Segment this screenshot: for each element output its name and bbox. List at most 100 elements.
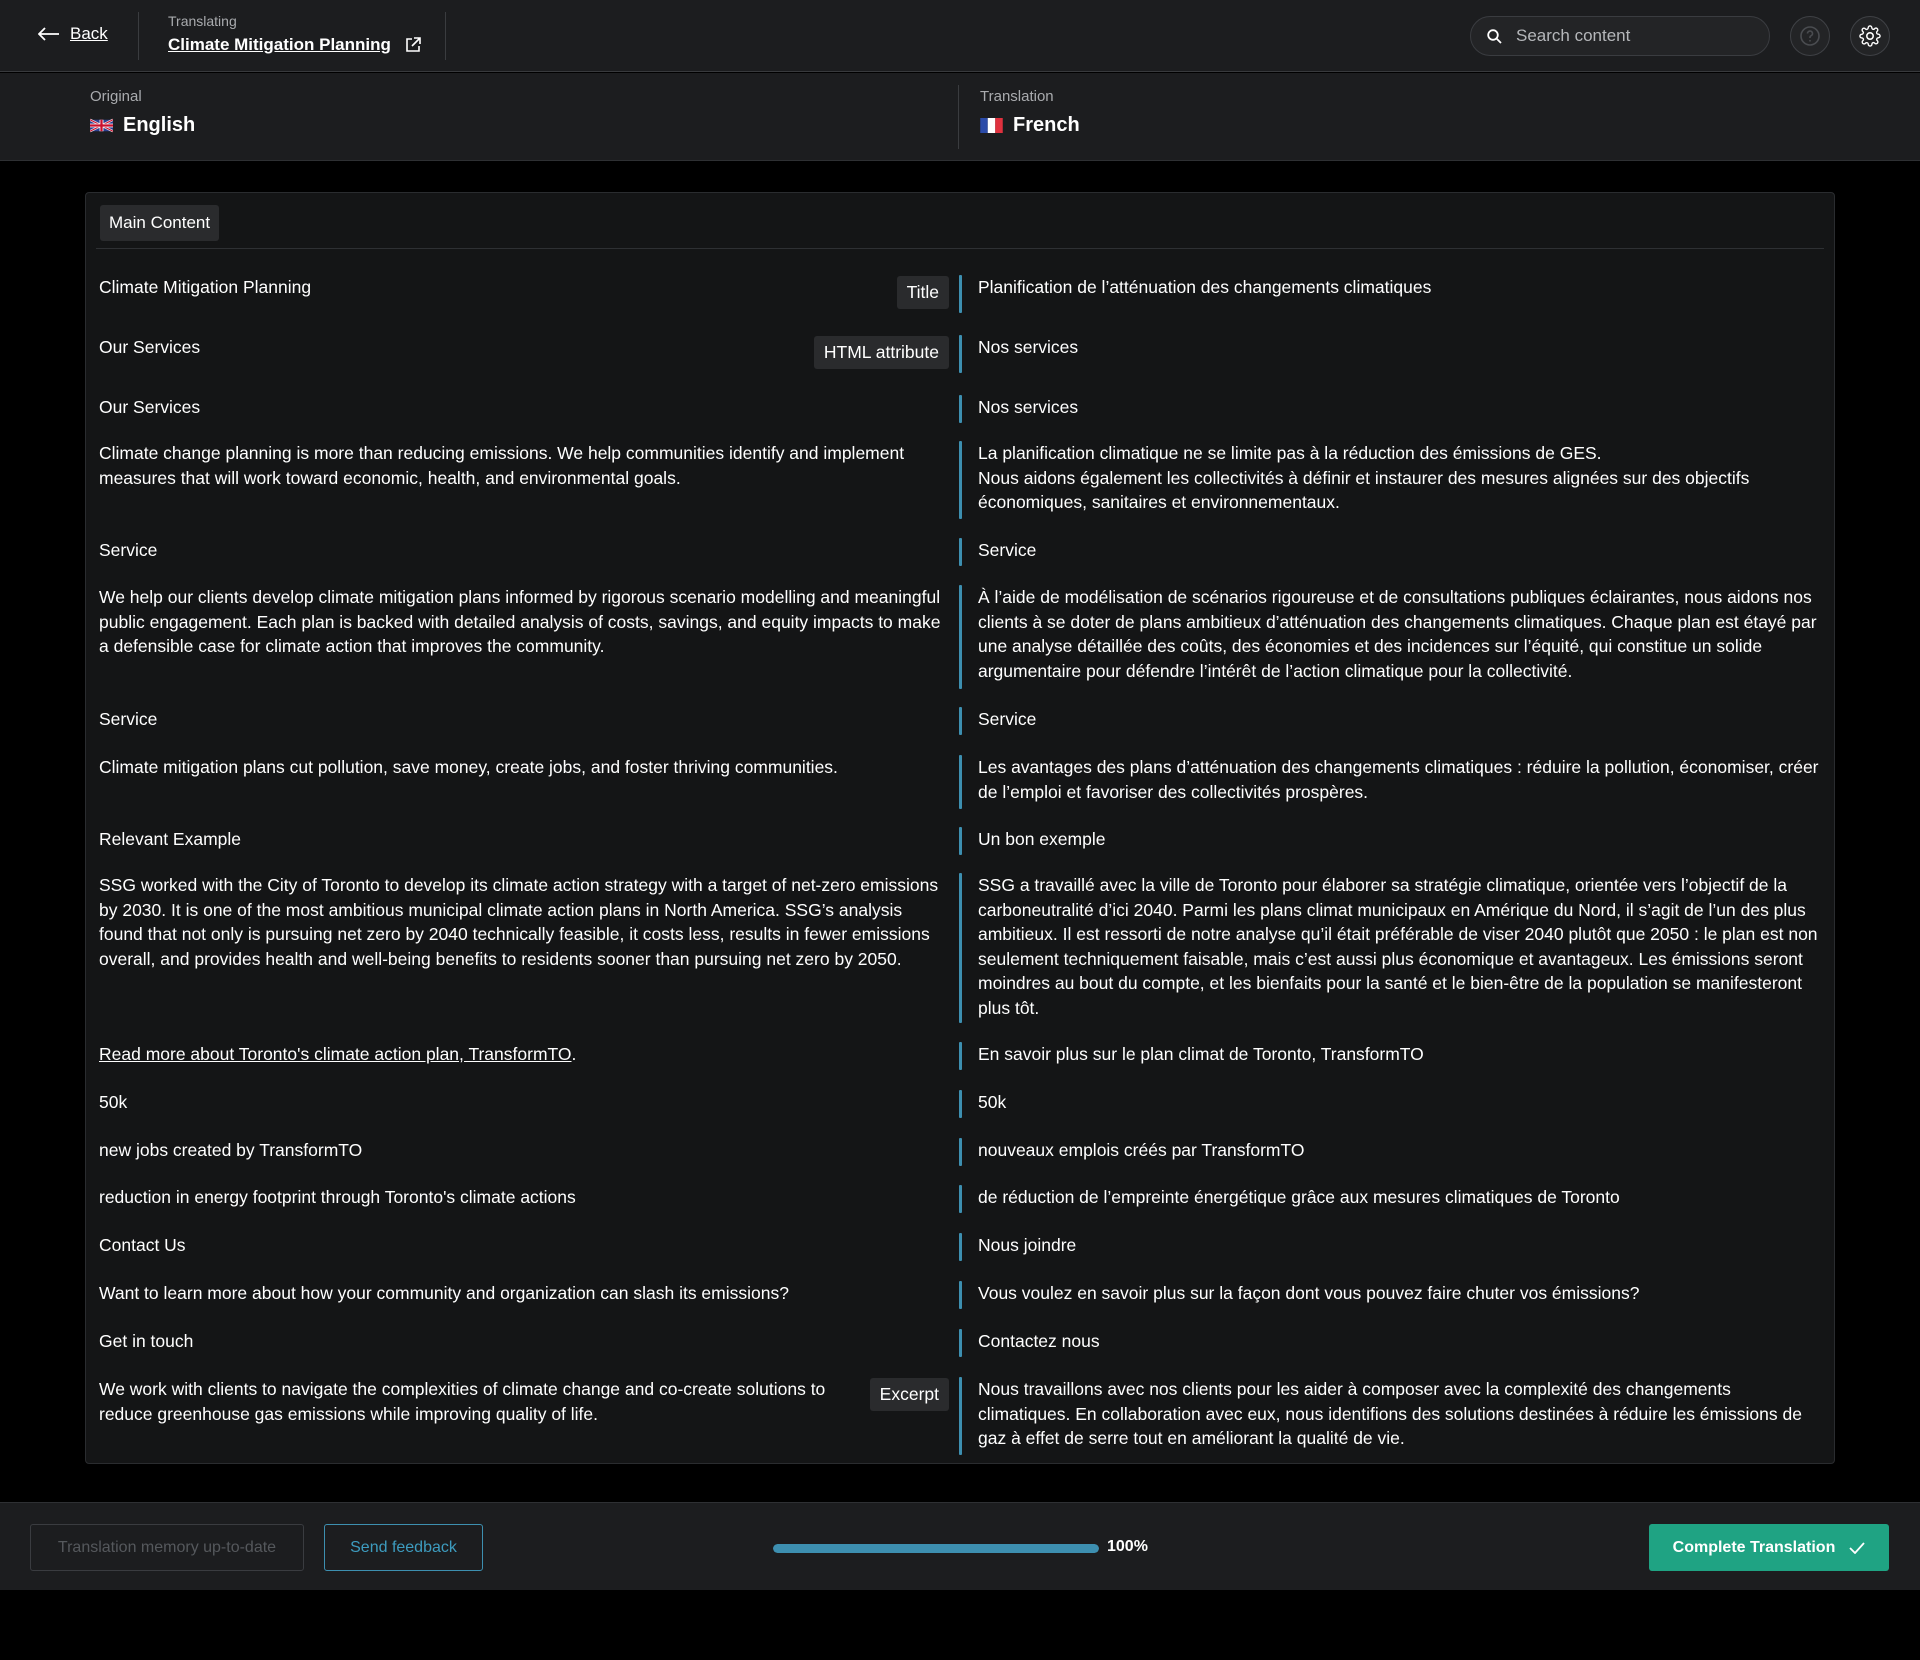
complete-translation-button[interactable]: Complete Translation	[1649, 1524, 1889, 1571]
footer-bar: Translation memory up-to-date Send feedb…	[0, 1502, 1920, 1590]
target-indicator	[959, 1281, 962, 1309]
source-text: We help our clients develop climate miti…	[99, 587, 941, 656]
progress-text: 100%	[1107, 1538, 1148, 1555]
back-button[interactable]: Back	[38, 24, 108, 44]
content-panel: Main Content Climate Mitigation Planning…	[85, 192, 1835, 1464]
target-indicator	[959, 275, 962, 313]
target-indicator	[959, 395, 962, 423]
source-text: Our Services	[99, 337, 201, 357]
original-language: Original English	[90, 88, 195, 137]
target-indicator	[959, 538, 962, 566]
help-icon	[1800, 26, 1820, 46]
source-text: Climate Mitigation Planning	[99, 277, 312, 297]
fr-flag-icon	[980, 118, 1003, 133]
target-text[interactable]: Service	[978, 707, 1823, 732]
field-type-tag: Excerpt	[869, 1378, 949, 1411]
arrow-left-icon	[38, 27, 59, 41]
target-indicator	[959, 1090, 962, 1118]
target-indicator	[959, 1042, 962, 1070]
section-title: Main Content	[100, 205, 220, 241]
source-text: SSG worked with the City of Toronto to d…	[99, 875, 939, 969]
back-label: Back	[70, 24, 108, 43]
target-indicator	[959, 873, 962, 1023]
target-text[interactable]: 50k	[978, 1090, 1823, 1115]
check-icon	[1849, 1541, 1866, 1554]
target-indicator	[959, 827, 962, 855]
gear-icon	[1859, 25, 1881, 47]
field-type-tag: Title	[896, 276, 949, 309]
field-type-tag: HTML attribute	[813, 336, 949, 369]
target-text[interactable]: SSG a travaillé avec la ville de Toronto…	[978, 873, 1823, 1020]
target-line: Nous aidons également les collectivités …	[978, 467, 1750, 513]
target-text[interactable]: La planification climatique ne se limite…	[978, 441, 1823, 515]
target-indicator	[959, 1377, 962, 1455]
search-input[interactable]	[1516, 26, 1746, 46]
complete-translation-label: Complete Translation	[1672, 1538, 1836, 1556]
target-text[interactable]: Les avantages des plans d’atténuation de…	[978, 755, 1823, 804]
target-text[interactable]: Service	[978, 538, 1823, 563]
source-text: Get in touch	[99, 1331, 194, 1351]
uk-flag-icon	[90, 118, 113, 133]
source-text: reduction in energy footprint through To…	[99, 1187, 576, 1207]
translation-label: Translation	[980, 88, 1054, 105]
translation-language-name: French	[1013, 114, 1080, 136]
target-indicator	[959, 707, 962, 735]
target-indicator	[959, 755, 962, 809]
target-text[interactable]: Nos services	[978, 395, 1823, 420]
page-title: Climate Mitigation Planning	[168, 35, 391, 54]
target-line: La planification climatique ne se limite…	[978, 443, 1602, 463]
target-indicator	[959, 1329, 962, 1357]
target-indicator	[959, 1185, 962, 1213]
translation-memory-button[interactable]: Translation memory up-to-date	[30, 1524, 304, 1571]
target-text[interactable]: Nous joindre	[978, 1233, 1823, 1258]
target-indicator	[959, 335, 962, 373]
original-label: Original	[90, 88, 142, 105]
top-bar: Back Translating Climate Mitigation Plan…	[0, 0, 1920, 72]
help-button[interactable]	[1790, 16, 1830, 56]
translation-language: Translation French	[980, 88, 1080, 137]
target-text[interactable]: Vous voulez en savoir plus sur la façon …	[978, 1281, 1823, 1306]
target-indicator	[959, 1138, 962, 1166]
divider	[138, 12, 139, 60]
target-text[interactable]: À l’aide de modélisation de scénarios ri…	[978, 585, 1823, 683]
source-text: new jobs created by TransformTO	[99, 1140, 363, 1160]
section-divider	[96, 248, 1824, 249]
source-text: Service	[99, 540, 158, 560]
source-suffix: .	[571, 1044, 577, 1064]
source-text: Relevant Example	[99, 829, 242, 849]
search-box[interactable]	[1470, 16, 1770, 56]
source-text: Climate mitigation plans cut pollution, …	[99, 757, 838, 777]
target-text[interactable]: nouveaux emplois créés par TransformTO	[978, 1138, 1823, 1163]
settings-button[interactable]	[1850, 16, 1890, 56]
language-divider	[958, 85, 959, 149]
source-text: Want to learn more about how your commun…	[99, 1283, 789, 1303]
source-text: Service	[99, 709, 158, 729]
target-text[interactable]: Nos services	[978, 335, 1823, 360]
source-text: 50k	[99, 1092, 128, 1112]
target-text[interactable]: Un bon exemple	[978, 827, 1823, 852]
target-indicator	[959, 441, 962, 519]
page-title-link[interactable]: Climate Mitigation Planning	[168, 35, 421, 55]
source-text: Contact Us	[99, 1235, 186, 1255]
progress-fill	[773, 1544, 1099, 1553]
progress-bar	[773, 1544, 1099, 1553]
search-icon	[1487, 28, 1502, 44]
source-link[interactable]: Read more about Toronto's climate action…	[99, 1044, 572, 1064]
source-text: Our Services	[99, 397, 201, 417]
divider	[445, 12, 446, 60]
source-text: Climate change planning is more than red…	[99, 443, 905, 488]
source-text: We work with clients to navigate the com…	[99, 1379, 826, 1424]
target-text[interactable]: En savoir plus sur le plan climat de Tor…	[978, 1042, 1823, 1067]
target-text[interactable]: Planification de l’atténuation des chang…	[978, 275, 1823, 300]
send-feedback-button[interactable]: Send feedback	[324, 1524, 483, 1571]
source-text: Read more about Toronto's climate action…	[99, 1042, 949, 1067]
target-text[interactable]: Contactez nous	[978, 1329, 1823, 1354]
external-link-icon[interactable]	[405, 37, 421, 53]
target-text[interactable]: de réduction de l’empreinte énergétique …	[978, 1185, 1823, 1210]
translating-label: Translating	[168, 13, 237, 29]
original-language-name: English	[123, 114, 196, 136]
target-indicator	[959, 1233, 962, 1261]
target-text[interactable]: Nous travaillons avec nos clients pour l…	[978, 1377, 1823, 1451]
language-bar: Original English Translation French	[0, 73, 1920, 161]
target-indicator	[959, 585, 962, 689]
